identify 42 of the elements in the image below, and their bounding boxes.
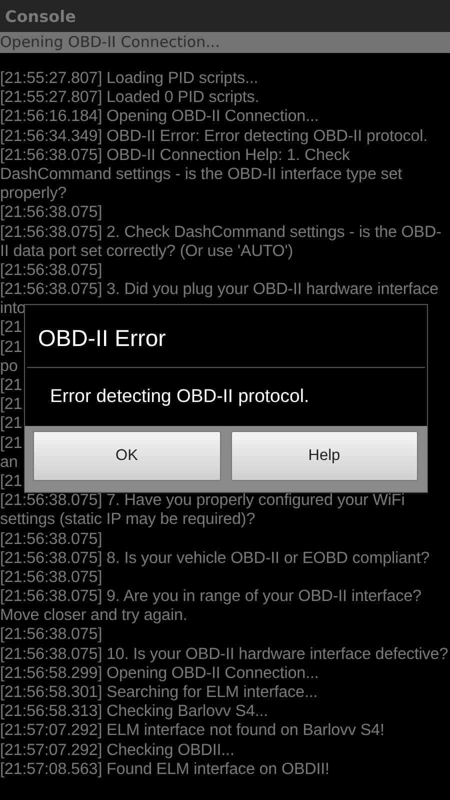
log-line: [21:56:38.075] 7. Have you properly configured your WiFi (0, 491, 405, 510)
log-line: settings (static IP may be required)? (0, 510, 256, 530)
log-line: [21 (0, 395, 22, 414)
log-line: DashCommand settings - is the OBD-II interface type set (0, 164, 402, 184)
log-line: [21:55:27.807] Loaded 0 PID scripts. (0, 88, 260, 108)
log-line: [21:56:38.075] 10. Is your OBD-II hardware interface defective? (0, 644, 448, 664)
log-line: an (0, 452, 18, 472)
log-line: [21 (0, 414, 22, 434)
log-line: [21 (0, 318, 22, 338)
log-line: [21:56:38.075] (0, 530, 102, 549)
screen-title: Console (5, 6, 76, 26)
log-line: [21 (0, 472, 22, 492)
log-line: [21:57:07.292] Checking OBDII... (0, 740, 234, 760)
log-line: [21:56:34.349] OBD-II Error: Error detecting OBD-II protocol. (0, 126, 428, 146)
log-line: [21:56:38.075] 3. Did you plug your OBD-II hardware interface (0, 280, 438, 300)
log-line: [21:56:38.075] 2. Check DashCommand settings - is the OBD- (0, 222, 442, 242)
dialog-title: OBD-II Error (37, 324, 167, 353)
log-line: [21:56:38.075] (0, 568, 102, 588)
log-line: [21:56:38.075] OBD-II Connection Help: 1. Check (0, 146, 350, 165)
log-line: [21:57:07.292] ELM interface not found on Barlovv S4! (0, 721, 384, 741)
log-line: [21:56:38.075] 9. Are you in range of your OBD-II interface? (0, 587, 422, 606)
log-line: [21:56:38.075] (0, 203, 102, 222)
log-line: II data port set correctly? (Or use 'AUTO') (0, 242, 294, 261)
log-line: [21:56:38.075] (0, 625, 102, 645)
dialog-message: Error detecting OBD-II protocol. (49, 384, 310, 408)
dialog-button[interactable]: Help (230, 431, 418, 481)
log-line: [21:56:38.075] (0, 260, 102, 280)
log-line: [21:56:16.184] Opening OBD-II Connection... (0, 107, 319, 127)
log-line: [21:56:58.299] Opening OBD-II Connection... (0, 664, 319, 683)
log-line: po (0, 356, 18, 376)
log-line: [21 (0, 376, 22, 396)
status-text: Opening OBD-II Connection... (0, 32, 220, 53)
log-line: Move closer and try again. (0, 606, 188, 626)
log-line: [21:56:58.301] Searching for ELM interface... (0, 683, 318, 702)
log-line: [21 (0, 338, 22, 357)
log-line: properly? (0, 184, 67, 204)
log-line: [21:55:27.807] Loading PID scripts... (0, 69, 258, 88)
log-line: [21:56:38.075] 8. Is your vehicle OBD-II or EOBD compliant? (0, 548, 430, 568)
dialog-button[interactable]: OK (33, 431, 220, 481)
log-line: [21:56:58.313] Checking Barlovv S4... (0, 702, 268, 722)
log-line: [21:57:08.563] Found ELM interface on OBDII! (0, 760, 330, 779)
log-line: [21 (0, 434, 22, 453)
